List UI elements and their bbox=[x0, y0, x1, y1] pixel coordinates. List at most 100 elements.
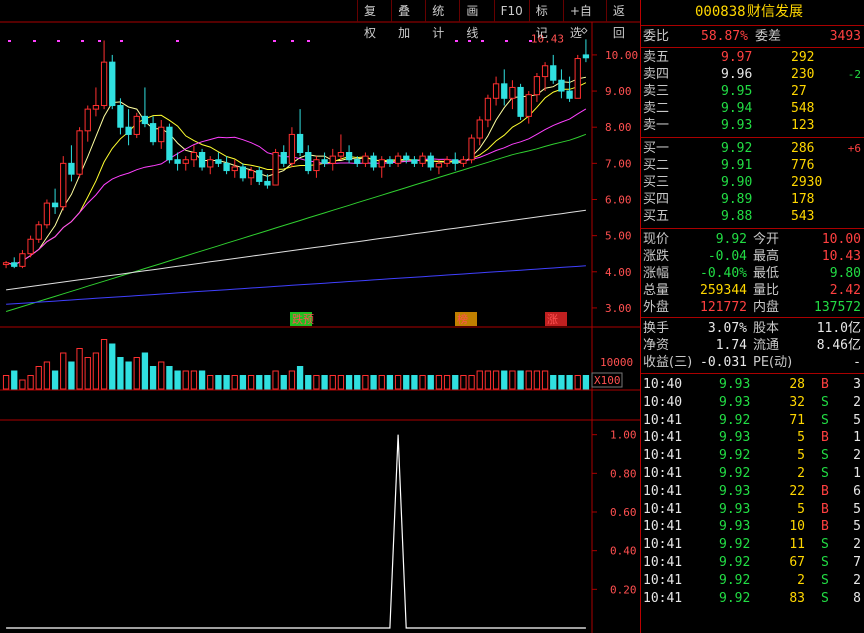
volume-bar bbox=[370, 375, 377, 390]
bid-label: 买五 bbox=[643, 209, 670, 224]
tick-time: 10:41 bbox=[643, 430, 683, 446]
bid-row: 买二 9.91 776 bbox=[641, 157, 864, 174]
toolbar-button[interactable]: +自选 bbox=[562, 0, 606, 40]
y-tick-label: 3.00 bbox=[605, 302, 632, 315]
ask-volume: 548 bbox=[791, 101, 815, 116]
bid-label: 买三 bbox=[643, 175, 670, 190]
tick-row[interactable]: 10:41 9.92 67 S 7 bbox=[641, 554, 864, 571]
chart-panel[interactable]: 10.00 9.00 8.00 7.00 6.00 5.00 4.00 3.00 10.43 ◇ 跌… bbox=[0, 0, 640, 633]
stat-value: 8.46亿 bbox=[816, 338, 861, 353]
candle-body bbox=[558, 79, 565, 92]
weicha-value: 3493 bbox=[829, 29, 861, 44]
volume-bar bbox=[215, 375, 222, 390]
volume-bar bbox=[435, 375, 443, 390]
tick-count: 5 bbox=[853, 519, 861, 535]
volume-bar bbox=[354, 375, 361, 390]
candle-body bbox=[533, 76, 541, 96]
tick-side: S bbox=[821, 448, 829, 464]
tick-row[interactable]: 10:41 9.92 71 S 5 bbox=[641, 412, 864, 429]
volume-bar bbox=[11, 370, 18, 390]
event-tag: 涨 bbox=[547, 313, 558, 326]
tick-row[interactable]: 10:41 9.92 83 S 8 bbox=[641, 590, 864, 607]
stat-value: - bbox=[853, 355, 861, 370]
bid-price: 9.91 bbox=[721, 158, 753, 173]
tick-row[interactable]: 10:41 9.92 2 S 2 bbox=[641, 572, 864, 589]
stat-label: 股本 bbox=[753, 321, 780, 336]
stat-value: 10.43 bbox=[821, 249, 861, 264]
candle-body bbox=[223, 162, 230, 172]
volume-bar bbox=[550, 375, 557, 390]
tick-row[interactable]: 10:41 9.93 5 B 5 bbox=[641, 501, 864, 518]
tick-row[interactable]: 10:41 9.93 5 B 1 bbox=[641, 429, 864, 446]
tick-volume: 10 bbox=[789, 519, 805, 535]
stat-value: 9.92 bbox=[715, 232, 747, 247]
volume-bar bbox=[149, 366, 157, 390]
volume-bar bbox=[280, 375, 287, 390]
tick-row[interactable]: 10:41 9.92 11 S 2 bbox=[641, 536, 864, 553]
tick-row[interactable]: 10:41 9.92 5 S 2 bbox=[641, 447, 864, 464]
tick-count: 1 bbox=[853, 430, 861, 446]
stat-row: 涨跌 -0.04 最高 10.43 bbox=[641, 248, 864, 265]
candle-body bbox=[443, 159, 451, 164]
candle-body bbox=[35, 224, 42, 240]
tick-time: 10:40 bbox=[643, 394, 683, 410]
tick-count: 8 bbox=[853, 590, 861, 606]
toolbar-button[interactable]: 统计 bbox=[425, 0, 459, 40]
stat-row: 净资 1.74 流通 8.46亿 bbox=[641, 337, 864, 354]
stat-label: 换手 bbox=[643, 321, 670, 336]
tick-row[interactable]: 10:40 9.93 32 S 2 bbox=[641, 394, 864, 411]
stat-label: 最低 bbox=[753, 266, 780, 281]
tick-price: 9.92 bbox=[719, 466, 751, 481]
stat-value: 121772 bbox=[700, 300, 747, 315]
toolbar: 复权 叠加 统计 画线 F10 标记 +自选 返回 bbox=[357, 0, 640, 40]
tick-price: 9.93 bbox=[719, 519, 751, 535]
tick-row[interactable]: 10:40 9.93 28 B 3 bbox=[641, 376, 864, 393]
toolbar-button[interactable]: 返回 bbox=[605, 0, 640, 40]
toolbar-button[interactable]: 标记 bbox=[528, 0, 563, 40]
signal-dot bbox=[176, 40, 179, 42]
toolbar-button[interactable]: 复权 bbox=[357, 0, 391, 40]
candle-body bbox=[288, 133, 296, 164]
volume-bar bbox=[582, 375, 590, 390]
volume-bar bbox=[533, 370, 541, 390]
tick-side: S bbox=[821, 466, 829, 481]
stat-label: 净资 bbox=[643, 338, 670, 353]
tick-row[interactable]: 10:41 9.93 22 B 6 bbox=[641, 483, 864, 500]
toolbar-button[interactable]: F10 bbox=[493, 0, 529, 22]
toolbar-button[interactable]: 画线 bbox=[459, 0, 493, 40]
stat-value: 2.42 bbox=[829, 283, 861, 298]
stat-label: 今开 bbox=[753, 232, 780, 247]
stat-row: 现价 9.92 今开 10.00 bbox=[641, 231, 864, 248]
ask-row: 卖二 9.94 548 bbox=[641, 100, 864, 117]
stat-label: 内盘 bbox=[753, 300, 780, 315]
candle-body bbox=[141, 115, 149, 125]
signal-dot bbox=[81, 40, 84, 42]
tick-count: 7 bbox=[853, 555, 861, 570]
tick-row[interactable]: 10:41 9.92 2 S 1 bbox=[641, 465, 864, 482]
candle-body bbox=[215, 159, 222, 164]
candle-body bbox=[411, 159, 418, 164]
bid-price: 9.92 bbox=[721, 141, 753, 156]
tick-time: 10:41 bbox=[643, 555, 683, 570]
volume-bar bbox=[394, 375, 402, 390]
signal-dot bbox=[307, 40, 310, 42]
candle-body bbox=[386, 159, 394, 164]
candle-body bbox=[68, 162, 75, 175]
candle-body bbox=[149, 123, 157, 143]
stock-name: 财信发展 bbox=[747, 4, 803, 20]
bid-row: 买三 9.90 2930 bbox=[641, 174, 864, 191]
kline-chart[interactable]: 10.009.008.007.006.005.004.003.0010.43◇跌… bbox=[0, 0, 640, 633]
ask-volume: 292 bbox=[791, 50, 815, 65]
volume-bar bbox=[313, 375, 320, 390]
tick-price: 9.93 bbox=[719, 377, 751, 392]
ask-price: 9.96 bbox=[721, 67, 753, 82]
tick-row[interactable]: 10:41 9.93 10 B 5 bbox=[641, 518, 864, 535]
bid-price: 9.88 bbox=[721, 209, 753, 224]
tick-side: S bbox=[821, 572, 829, 588]
volume-bar bbox=[35, 366, 42, 390]
tick-side: B bbox=[821, 483, 829, 499]
ask-label: 卖三 bbox=[643, 84, 670, 99]
toolbar-button[interactable]: 叠加 bbox=[391, 0, 425, 40]
candle-body bbox=[109, 61, 116, 107]
signal-dot bbox=[455, 40, 458, 42]
